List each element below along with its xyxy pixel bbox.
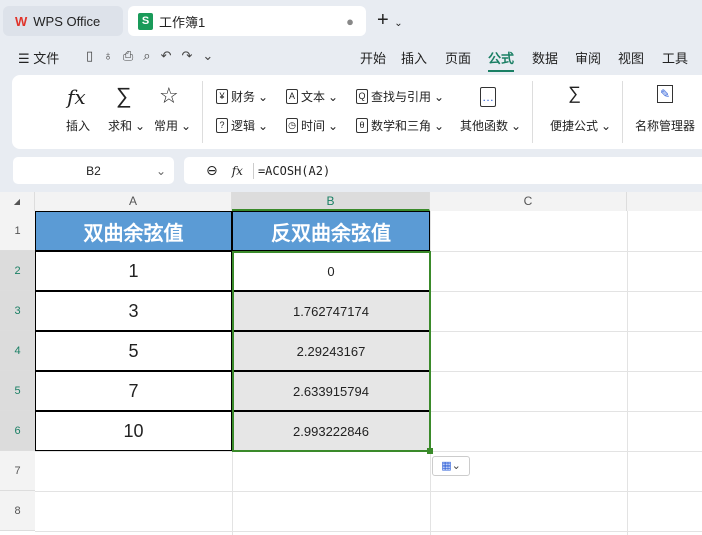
zoom-icon[interactable]: ⊖ [206, 162, 218, 179]
menu-view[interactable]: 视图 [618, 48, 644, 67]
cell-b[interactable]: 1.762747174 [232, 291, 430, 331]
sum-icon: ∑ [116, 83, 132, 108]
menu-insert[interactable]: 插入 [401, 48, 427, 67]
spreadsheet-grid[interactable]: ◢ A B C 1 2 3 4 5 6 7 8 双曲余弦值 反双曲余弦值 103… [0, 192, 702, 535]
menu-page[interactable]: 页面 [445, 48, 471, 67]
finance-button[interactable]: ¥ 财务 ⌄ [216, 88, 268, 105]
header-cell[interactable]: 双曲余弦值 [35, 211, 232, 251]
quick-formula-button[interactable]: 便捷公式 ⌄ [550, 117, 611, 134]
file-menu[interactable]: ☰ 文件 [18, 48, 59, 67]
text-icon: A [286, 89, 298, 104]
time-button[interactable]: ◷ 时间 ⌄ [286, 117, 338, 134]
math-button[interactable]: θ 数学和三角 ⌄ [356, 117, 444, 134]
tab-workbook[interactable]: S 工作簿1 ● [128, 6, 366, 36]
quick-access-icons[interactable]: ▯♁⎙⌕↶↷⌄ [86, 48, 223, 64]
row-header[interactable]: 7 [0, 451, 35, 491]
formula-bar[interactable]: ⊖ fx =ACOSH(A2) [184, 157, 702, 184]
cell-a[interactable]: 10 [35, 411, 232, 451]
menu-formula[interactable]: 公式 [488, 48, 515, 72]
row-header[interactable]: 2 [0, 251, 35, 291]
select-all-corner[interactable]: ◢ [0, 192, 35, 211]
star-icon: ☆ [159, 83, 179, 108]
new-tab-button[interactable]: + ⌄ [377, 9, 403, 32]
row-header[interactable]: 3 [0, 291, 35, 331]
other-functions-button[interactable]: 其他函数 ⌄ [460, 117, 521, 134]
cell-a[interactable]: 1 [35, 251, 232, 291]
name-box[interactable]: B2 ⌄ [13, 157, 174, 184]
cell-b[interactable]: 2.29243167 [232, 331, 430, 371]
menu-tools[interactable]: 工具 [662, 48, 688, 67]
column-header-c[interactable]: C [430, 192, 627, 211]
tab-wps-office[interactable]: W WPS Office [3, 6, 123, 36]
ribbon: fx 插入 ∑ 求和 ⌄ ☆ 常用 ⌄ ¥ 财务 ⌄ A 文本 ⌄ Q 查找与引用 ⌄ ? 逻辑 ⌄… [12, 75, 702, 149]
row-header[interactable]: 1 [0, 211, 35, 251]
menu-data[interactable]: 数据 [532, 48, 558, 67]
logic-icon: ? [216, 118, 228, 133]
name-manager-button[interactable]: 名称管理器 [635, 117, 695, 134]
cell-b[interactable]: 2.993222846 [232, 411, 430, 451]
formula-input[interactable]: =ACOSH(A2) [258, 164, 330, 178]
row-header[interactable]: 8 [0, 491, 35, 531]
cell-b[interactable]: 2.633915794 [232, 371, 430, 411]
column-header-d[interactable] [627, 192, 702, 211]
row-header[interactable]: 5 [0, 371, 35, 411]
row-header[interactable]: 4 [0, 331, 35, 371]
other-functions-icon: … [480, 87, 496, 107]
common-button[interactable]: 常用 ⌄ [154, 117, 191, 134]
column-header-a[interactable]: A [35, 192, 232, 211]
cell-a[interactable]: 3 [35, 291, 232, 331]
fx-icon[interactable]: fx [232, 164, 243, 178]
insert-function-button[interactable]: 插入 [66, 117, 90, 134]
cell-a[interactable]: 5 [35, 331, 232, 371]
menu-review[interactable]: 审阅 [575, 48, 601, 67]
fill-handle[interactable] [427, 448, 433, 454]
name-manager-icon: ✎ [657, 85, 673, 103]
row-header[interactable]: 6 [0, 411, 35, 451]
cell-b[interactable]: 0 [232, 251, 430, 291]
quick-analysis-button[interactable]: ▦⌄ [432, 456, 470, 476]
text-button[interactable]: A 文本 ⌄ [286, 88, 338, 105]
lookup-button[interactable]: Q 查找与引用 ⌄ [356, 88, 444, 105]
sheet-logo-icon: S [138, 12, 153, 30]
header-cell[interactable]: 反双曲余弦值 [232, 211, 430, 251]
logic-button[interactable]: ? 逻辑 ⌄ [216, 117, 268, 134]
sum-button[interactable]: 求和 ⌄ [108, 117, 145, 134]
chevron-down-icon: ⌄ [155, 163, 166, 178]
clock-icon: ◷ [286, 118, 298, 133]
wps-logo-icon: W [15, 13, 28, 29]
column-header-b[interactable]: B [232, 192, 430, 211]
unsaved-dot-icon: ● [346, 13, 354, 29]
fx-icon: fx [67, 85, 86, 109]
quick-formula-icon: ∑ [568, 83, 581, 103]
lookup-icon: Q [356, 89, 368, 104]
cell-a[interactable]: 7 [35, 371, 232, 411]
math-icon: θ [356, 118, 368, 133]
menu-start[interactable]: 开始 [360, 48, 386, 67]
finance-icon: ¥ [216, 89, 228, 104]
